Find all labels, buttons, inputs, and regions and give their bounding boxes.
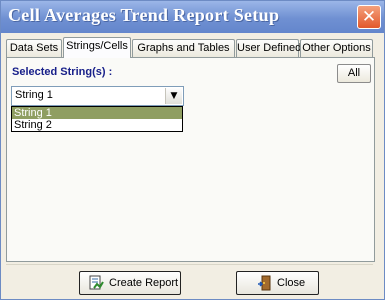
window-title: Cell Averages Trend Report Setup: [8, 5, 280, 25]
tab-user-defined[interactable]: User Defined: [236, 39, 301, 57]
exit-door-icon: [258, 275, 271, 291]
option-string-2[interactable]: String 2: [12, 119, 182, 131]
chevron-down-icon[interactable]: ▼: [165, 88, 182, 104]
strings-cells-panel: Selected String(s) : All String 1 ▼ Stri…: [6, 57, 375, 262]
selected-strings-label: Selected String(s) :: [12, 66, 113, 78]
report-icon: [89, 275, 104, 290]
all-button[interactable]: All: [337, 64, 371, 83]
tab-graphs-and-tables[interactable]: Graphs and Tables: [132, 39, 235, 57]
create-report-button[interactable]: Create Report: [79, 271, 181, 295]
title-bar[interactable]: Cell Averages Trend Report Setup ✕: [1, 1, 384, 33]
tab-other-options[interactable]: Other Options: [300, 39, 373, 57]
option-string-1[interactable]: String 1: [12, 107, 182, 119]
string-select-combobox[interactable]: String 1 ▼: [11, 86, 184, 106]
tab-strings-cells[interactable]: Strings/Cells: [63, 37, 131, 58]
tab-data-sets[interactable]: Data Sets: [6, 39, 62, 57]
button-bar: Create Report Close: [6, 264, 373, 295]
close-window-button[interactable]: ✕: [357, 5, 381, 29]
dialog-window: Cell Averages Trend Report Setup ✕ Data …: [0, 0, 385, 300]
close-button[interactable]: Close: [236, 271, 319, 295]
string-dropdown-list: String 1 String 2: [11, 106, 183, 132]
close-label: Close: [277, 277, 306, 289]
combo-selected-value: String 1: [15, 89, 53, 101]
create-report-label: Create Report: [109, 277, 179, 289]
